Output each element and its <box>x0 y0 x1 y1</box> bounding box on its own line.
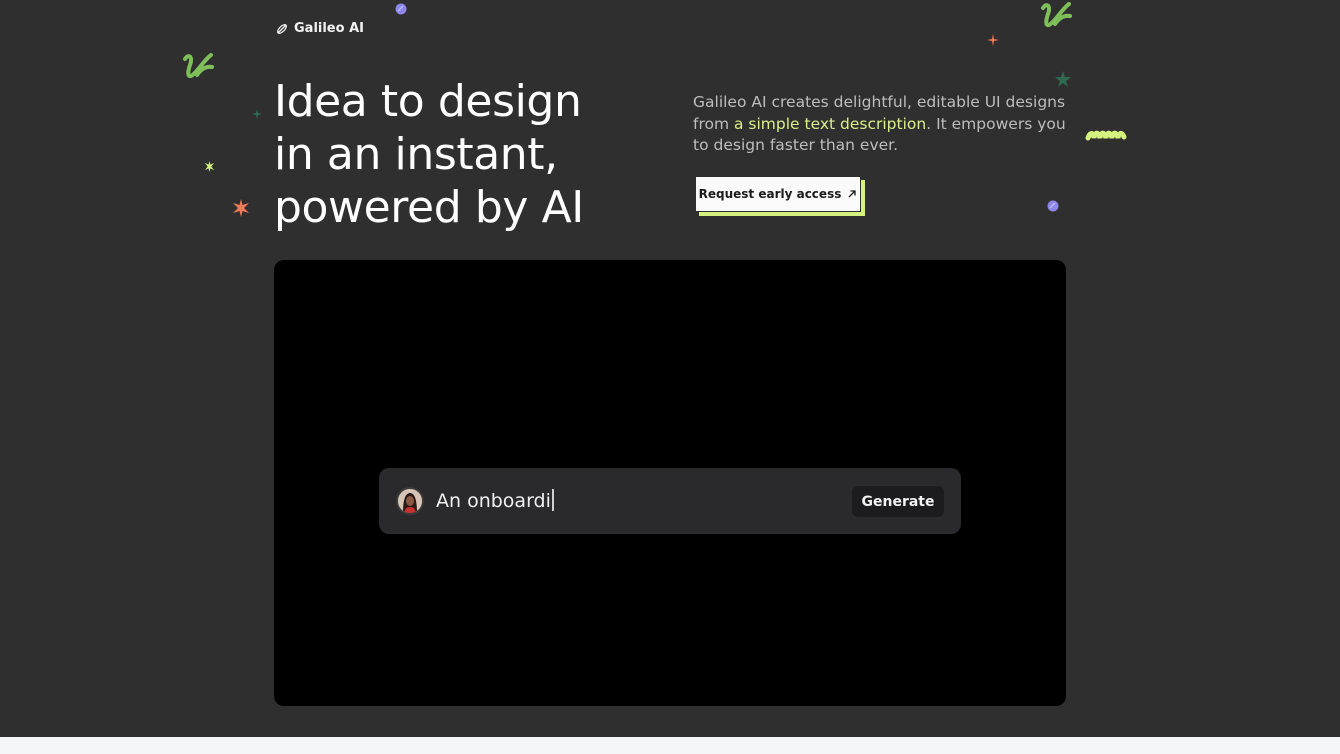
generate-button[interactable]: Generate <box>852 486 944 517</box>
brand-name: Galileo AI <box>294 21 364 36</box>
next-section-edge <box>0 737 1340 754</box>
request-access-label: Request early access <box>698 187 842 201</box>
prompt-input[interactable]: An onboardi <box>436 488 554 514</box>
text-caret <box>551 489 554 511</box>
headline-line-3: powered by AI <box>274 182 584 233</box>
prompt-text-value: An onboardi <box>436 490 551 512</box>
avatar <box>396 487 424 515</box>
lime-scribble-decoration <box>1085 130 1127 141</box>
prompt-bar: An onboardi Generate <box>379 468 961 534</box>
lime-star-left <box>204 161 215 172</box>
logo-icon <box>277 23 287 34</box>
green-star-right <box>1055 71 1071 87</box>
coral-star-left <box>233 199 249 217</box>
purple-dot-right <box>1047 200 1059 212</box>
demo-video[interactable]: An onboardi Generate <box>274 260 1066 706</box>
headline-line-1: Idea to design <box>274 76 582 127</box>
squiggle-decoration-left <box>183 53 214 79</box>
hero-headline: Idea to design in an instant, powered by… <box>274 75 604 234</box>
purple-dot-top <box>395 3 407 15</box>
squiggle-decoration-right <box>1041 2 1072 28</box>
request-access-button[interactable]: Request early access <box>695 176 861 212</box>
headline-line-2: in an instant, <box>274 129 558 180</box>
cta-container: Request early access <box>695 176 865 216</box>
arrow-up-right-icon <box>848 190 857 198</box>
coral-star-top <box>987 34 999 46</box>
description-highlight: a simple text description <box>734 114 927 133</box>
green-star-small <box>252 109 262 119</box>
brand-logo[interactable]: Galileo AI <box>275 21 364 36</box>
hero-description: Galileo AI creates delightful, editable … <box>693 92 1073 157</box>
